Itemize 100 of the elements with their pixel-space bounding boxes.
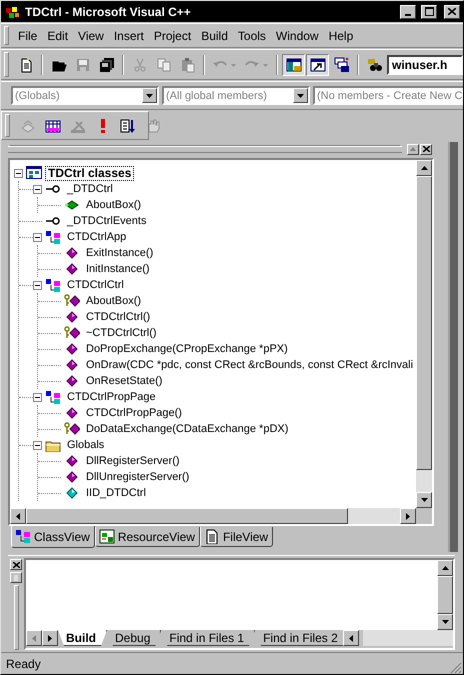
toolbar-button[interactable]: [306, 54, 329, 76]
minus-icon[interactable]: [35, 188, 40, 190]
tree-item[interactable]: _DTDCtrl: [64, 182, 116, 196]
collapse-toggle[interactable]: [33, 392, 42, 402]
tree-item[interactable]: DoPropExchange(CPropExchange *pPX): [83, 342, 291, 356]
document-icon: [204, 529, 220, 544]
collapse-toggle[interactable]: [33, 232, 42, 242]
restore-button[interactable]: [407, 144, 419, 154]
windows-icon[interactable]: [334, 56, 350, 72]
tree-item[interactable]: AboutBox(): [83, 294, 144, 308]
up-arrow-icon[interactable]: [420, 166, 428, 170]
minus-icon[interactable]: [35, 444, 40, 446]
diamond-icon: [64, 246, 80, 260]
tree-item[interactable]: OnDraw(CDC *pdc, const CRect &rcBounds, const CRect &rcInvali: [83, 358, 416, 372]
tree-item[interactable]: IID_DTDCtrl: [83, 486, 149, 500]
minus-icon[interactable]: [35, 236, 40, 238]
horizontal-scrollbar[interactable]: [363, 630, 453, 646]
horizontal-scrollbar[interactable]: [10, 508, 416, 524]
resource-icon: [98, 529, 115, 544]
up-arrow-icon[interactable]: [442, 566, 448, 570]
key-diamond-icon: [64, 294, 80, 308]
toolbar-button[interactable]: [282, 54, 305, 76]
app-icon: [5, 4, 21, 18]
close-button[interactable]: [10, 559, 22, 570]
diamond-icon: [64, 374, 80, 388]
dropdown-arrow-icon: [146, 94, 153, 98]
left-arrow-icon[interactable]: [16, 512, 20, 520]
tree-item[interactable]: CTDCtrlPropPage(): [83, 406, 185, 420]
build-icon[interactable]: [44, 118, 60, 134]
tree-item[interactable]: OnResetState(): [83, 374, 166, 388]
diamond-icon: [64, 310, 80, 324]
tree-item[interactable]: CTDCtrlCtrl: [64, 278, 127, 292]
right-arrow-icon[interactable]: [406, 512, 410, 520]
tree-item[interactable]: Globals: [64, 438, 108, 452]
floppy-disks-icon[interactable]: [98, 56, 114, 72]
window-icon[interactable]: [286, 56, 302, 72]
key-diamond-icon: [64, 326, 80, 340]
tree-item[interactable]: CTDCtrlPropPage: [64, 390, 159, 404]
maximize-icon[interactable]: [424, 7, 434, 16]
collapse-toggle[interactable]: [33, 184, 42, 194]
tree-item[interactable]: InitInstance(): [83, 262, 153, 276]
menu-item[interactable]: Project: [148, 26, 196, 44]
diamond-icon: [64, 406, 80, 420]
scroll-left-button[interactable]: [26, 630, 42, 646]
tree-item[interactable]: ExitInstance(): [83, 246, 156, 260]
scroll-left-button[interactable]: [343, 630, 359, 646]
class-icon: [15, 529, 31, 544]
tree-item[interactable]: AboutBox(): [83, 198, 144, 212]
menu-item[interactable]: Edit: [42, 26, 74, 44]
menu-item[interactable]: Tools: [232, 26, 271, 44]
class-browser-icon: [26, 166, 42, 180]
window-title: TDCtrl - Microsoft Visual C++: [25, 4, 192, 18]
scroll-right-button[interactable]: [42, 630, 58, 646]
tree-item[interactable]: TDCtrl classes: [45, 166, 134, 180]
right-arrow-icon[interactable]: [48, 634, 52, 642]
tab[interactable]: ClassView: [11, 526, 95, 548]
tree-item[interactable]: DllRegisterServer(): [83, 454, 183, 468]
tab[interactable]: FileView: [200, 527, 274, 547]
menu-item[interactable]: View: [73, 26, 109, 44]
tree-item[interactable]: CTDCtrlCtrl(): [83, 310, 154, 324]
window-icon[interactable]: [310, 56, 326, 72]
close-icon[interactable]: [12, 562, 20, 568]
down-arrow-icon[interactable]: [420, 498, 428, 502]
maximize-button[interactable]: [421, 4, 437, 18]
tree-item[interactable]: _DTDCtrlEvents: [64, 214, 150, 228]
collapse-toggle[interactable]: [14, 168, 23, 178]
collapse-toggle[interactable]: [33, 440, 42, 450]
down-arrow-icon[interactable]: [442, 620, 448, 624]
status-text: Ready: [6, 656, 42, 670]
document-arrow-icon[interactable]: [120, 118, 136, 134]
binoculars-icon[interactable]: [366, 56, 382, 72]
menu-item[interactable]: Build: [196, 26, 233, 44]
menu-item[interactable]: Insert: [108, 26, 149, 44]
tree-item[interactable]: DllUnregisterServer(): [83, 470, 192, 484]
menu-item[interactable]: Window: [270, 26, 324, 44]
find-field[interactable]: winuser.h: [387, 54, 463, 74]
restore-button[interactable]: [10, 572, 22, 583]
minus-icon[interactable]: [35, 284, 40, 286]
drag-handle[interactable]: [8, 146, 402, 152]
tree-item[interactable]: CTDCtrlApp: [64, 230, 130, 244]
vertical-scrollbar[interactable]: [437, 560, 453, 630]
diamond-icon: [64, 198, 80, 212]
close-button[interactable]: [444, 4, 460, 18]
left-arrow-icon[interactable]: [349, 634, 353, 642]
tree-item[interactable]: DoDataExchange(CDataExchange *pDX): [83, 422, 292, 436]
tree-item[interactable]: ~CTDCtrlCtrl(): [83, 326, 160, 340]
close-icon[interactable]: [422, 146, 430, 152]
tab[interactable]: ResourceView: [94, 527, 200, 547]
class-icon: [45, 390, 61, 404]
minus-icon[interactable]: [35, 396, 40, 398]
tab[interactable]: Build: [58, 630, 107, 646]
diamond-icon: [64, 486, 80, 500]
vertical-scrollbar[interactable]: [416, 160, 432, 508]
minus-icon[interactable]: [16, 172, 21, 174]
menu-item[interactable]: File: [13, 26, 42, 44]
close-button[interactable]: [420, 144, 432, 154]
minimize-button[interactable]: [400, 4, 416, 18]
close-icon[interactable]: [448, 8, 456, 15]
collapse-toggle[interactable]: [33, 280, 42, 290]
menu-item[interactable]: Help: [324, 26, 358, 44]
